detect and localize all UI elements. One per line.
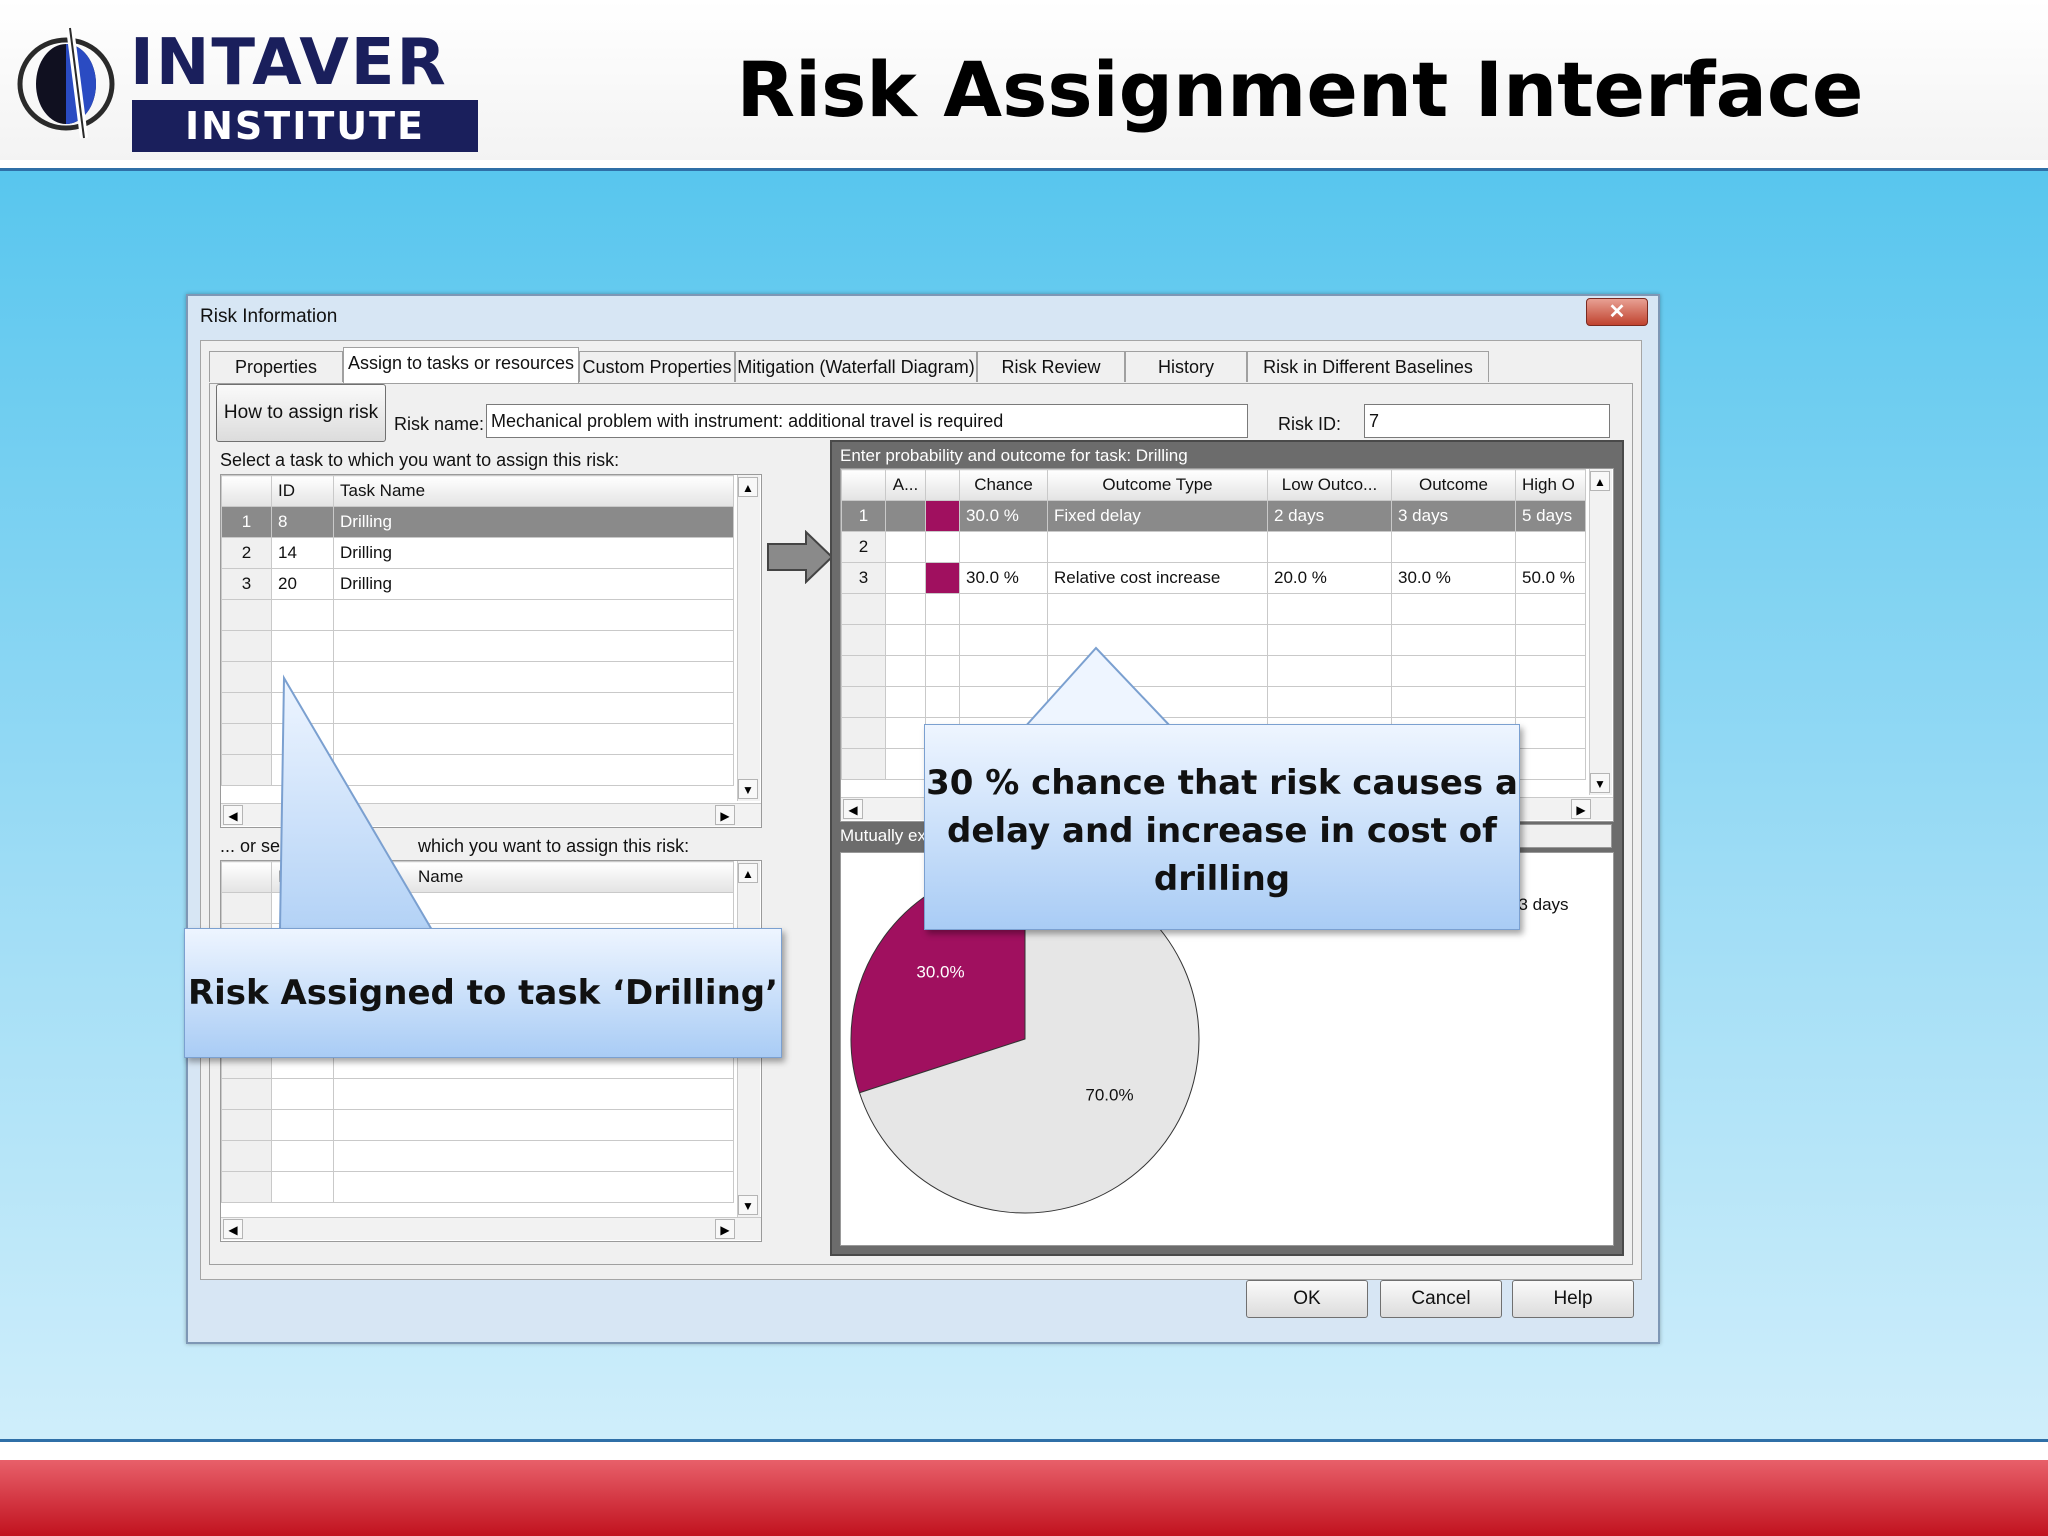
high-outcome-cell: 5 days [1515,500,1586,532]
task-grid-corner [221,475,272,507]
ok-button[interactable]: OK [1246,1280,1368,1318]
table-row[interactable]: 3 20 Drilling [221,568,734,600]
color-swatch [925,562,960,594]
color-swatch [925,500,960,532]
cell [885,500,926,532]
tab-risk-review[interactable]: Risk Review [977,351,1125,382]
outcome-header-low[interactable]: Low Outco... [1267,469,1392,501]
scroll-right-icon[interactable]: ▶ [715,805,735,825]
task-grid-vscroll[interactable]: ▲ ▼ [737,475,760,801]
tab-risk-in-baselines[interactable]: Risk in Different Baselines [1247,351,1489,382]
pie-slice-label: 70.0% [1085,1085,1133,1104]
scroll-right-icon[interactable]: ▶ [1571,799,1591,819]
outcome-header-type[interactable]: Outcome Type [1047,469,1268,501]
dialog-title: Risk Information [200,306,338,327]
chance-cell: 30.0 % [959,500,1048,532]
tab-custom-properties[interactable]: Custom Properties [579,351,735,382]
outcome-header-color [925,469,960,501]
slide-title: Risk Assignment Interface [736,45,1864,134]
how-to-assign-risk-button[interactable]: How to assign risk [216,384,386,442]
resource-section-label-end: which you want to assign this risk: [418,836,690,856]
row-number: 1 [841,500,886,532]
task-id-cell: 20 [271,568,334,600]
task-grid-header-id[interactable]: ID [271,475,334,507]
cell [885,562,926,594]
chance-cell: 30.0 % [959,562,1048,594]
close-icon: ✕ [1608,301,1626,323]
outcome-panel-title: Enter probability and outcome for task: … [840,446,1188,465]
scroll-up-icon[interactable]: ▲ [738,863,758,883]
tab-history[interactable]: History [1125,351,1247,382]
logo-text-intaver: INTAVER [130,26,448,100]
task-section-label: Select a task to which you want to assig… [220,450,620,470]
table-row[interactable]: 3 30.0 % Relative cost increase 20.0 % 3… [841,562,1586,594]
scroll-up-icon[interactable]: ▲ [738,477,758,497]
low-outcome-cell: 20.0 % [1267,562,1392,594]
risk-name-label: Risk name: [394,414,485,434]
tab-assign-to-tasks[interactable]: Assign to tasks or resources [343,347,579,384]
row-number: 2 [841,531,886,563]
mutually-exclusive-label: Mutually ex [840,826,926,845]
scroll-down-icon[interactable]: ▼ [1590,773,1610,793]
outcome-grid-vscroll[interactable]: ▲ ▼ [1589,469,1612,795]
close-button[interactable]: ✕ [1586,298,1648,326]
task-grid-header-name[interactable]: Task Name [333,475,734,507]
help-button[interactable]: Help [1512,1280,1634,1318]
left-callout: Risk Assigned to task ‘Drilling’ [184,928,782,1058]
row-number: 2 [221,537,272,569]
outcome-grid-corner [841,469,886,501]
task-name-cell: Drilling [333,537,734,569]
right-callout: 30 % chance that risk causes a delay and… [924,724,1520,930]
table-row[interactable]: 1 8 Drilling [221,506,734,538]
right-callout-pointer [1021,646,1175,729]
left-callout-pointer [278,674,434,931]
row-number: 1 [221,506,272,538]
pie-slice-label: 30.0% [916,963,964,982]
task-id-cell: 14 [271,537,334,569]
scroll-left-icon[interactable]: ◀ [223,1219,243,1239]
outcome-type-cell: Fixed delay [1047,500,1268,532]
scroll-down-icon[interactable]: ▼ [738,1195,758,1215]
outcome-header-high[interactable]: High O [1515,469,1586,501]
task-id-cell: 8 [271,506,334,538]
outcome-header-a[interactable]: A... [885,469,926,501]
outcome-type-cell: Relative cost increase [1047,562,1268,594]
tab-mitigation[interactable]: Mitigation (Waterfall Diagram) [735,351,977,382]
scroll-right-icon[interactable]: ▶ [715,1219,735,1239]
tab-properties[interactable]: Properties [209,351,343,382]
intaver-logo: INTAVER INSTITUTE [14,22,478,152]
risk-id-field[interactable]: 7 [1364,404,1610,438]
outcome-header-outcome[interactable]: Outcome [1391,469,1516,501]
scroll-down-icon[interactable]: ▼ [738,779,758,799]
table-row[interactable]: 2 [841,531,1586,563]
resource-grid-hscroll[interactable]: ◀ ▶ [221,1217,761,1240]
risk-id-label: Risk ID: [1278,414,1341,434]
right-arrow-icon [767,530,834,584]
outcome-cell: 30.0 % [1391,562,1516,594]
scroll-up-icon[interactable]: ▲ [1590,471,1610,491]
outcome-header-chance[interactable]: Chance [959,469,1048,501]
outcome-cell: 3 days [1391,500,1516,532]
slide-footer-bar [0,1460,2048,1536]
task-name-cell: Drilling [333,506,734,538]
high-outcome-cell: 50.0 % [1515,562,1586,594]
scroll-left-icon[interactable]: ◀ [843,799,863,819]
slide-header: INTAVER INSTITUTE Risk Assignment Interf… [0,0,2048,160]
logo-mark-icon [17,27,115,139]
low-outcome-cell: 2 days [1267,500,1392,532]
row-number: 3 [221,568,272,600]
table-row[interactable]: 2 14 Drilling [221,537,734,569]
table-row[interactable]: 1 30.0 % Fixed delay 2 days 3 days 5 day… [841,500,1586,532]
logo-text-institute: INSTITUTE [132,100,478,152]
row-number: 3 [841,562,886,594]
risk-name-field[interactable]: Mechanical problem with instrument: addi… [486,404,1248,438]
cancel-button[interactable]: Cancel [1380,1280,1502,1318]
task-name-cell: Drilling [333,568,734,600]
